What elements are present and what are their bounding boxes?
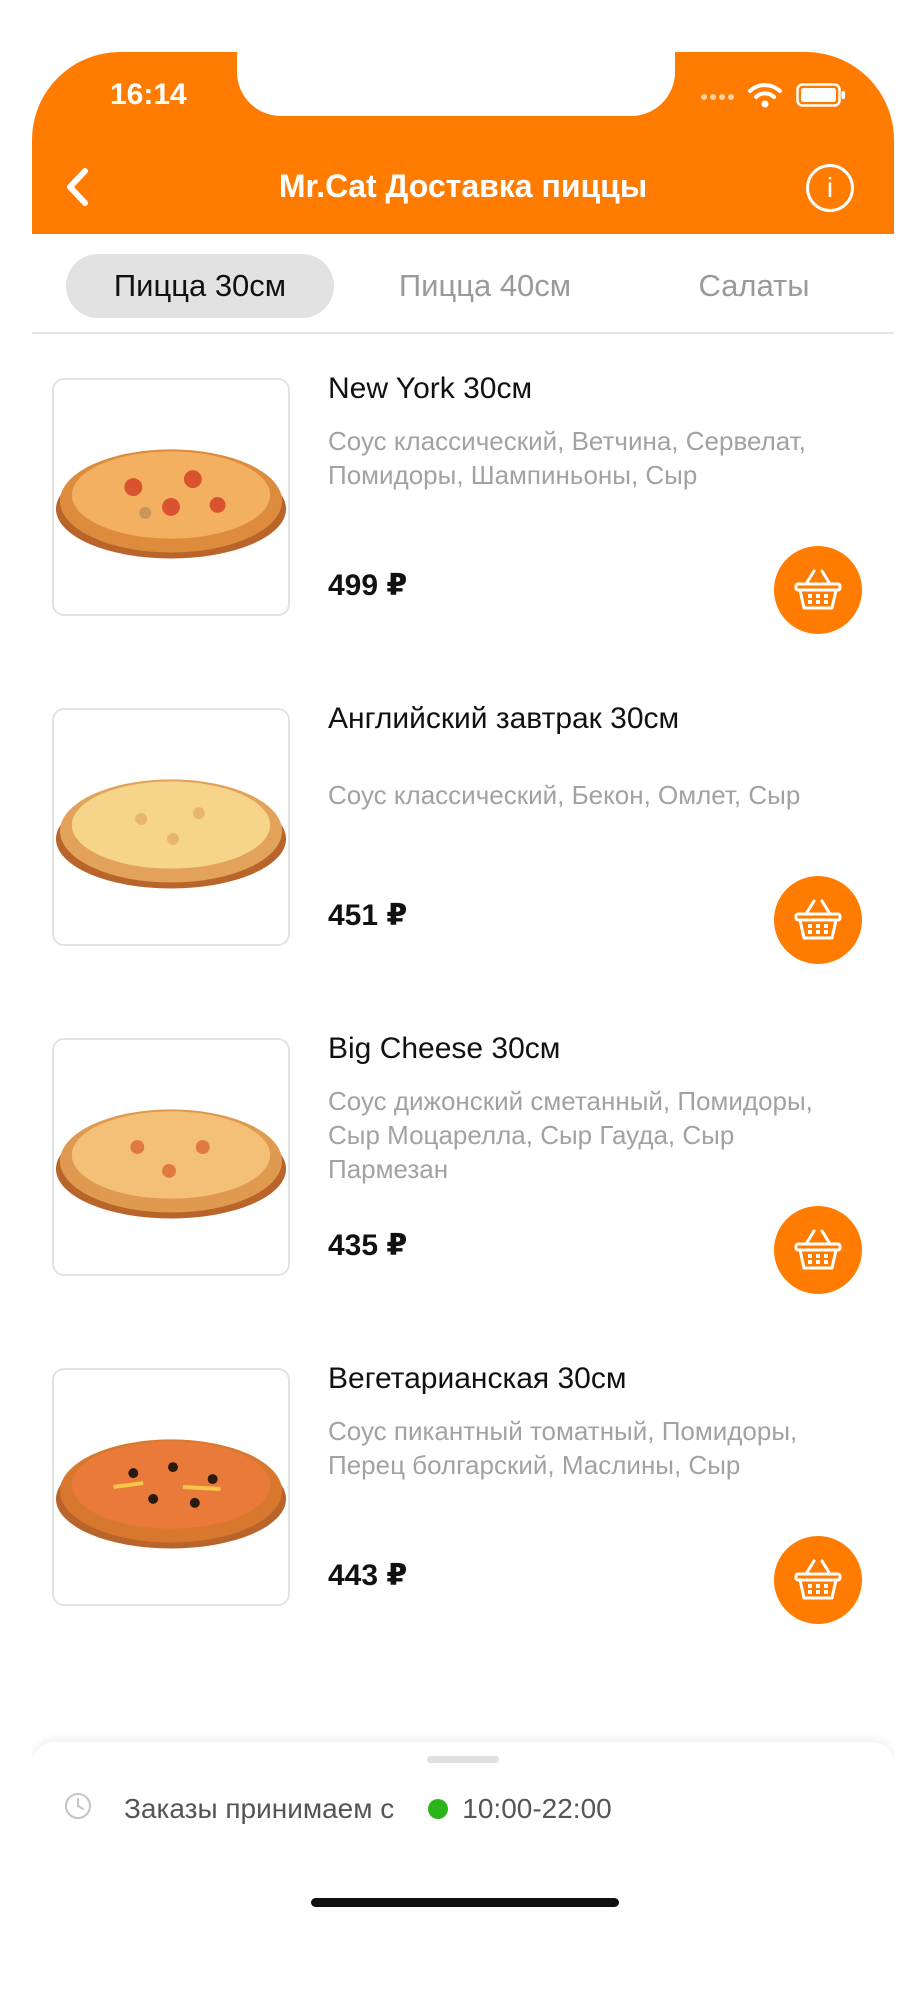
basket-icon: [794, 899, 842, 940]
menu-item[interactable]: Вегетарианская 30см Соус пикантный томат…: [32, 1362, 894, 1668]
category-tabs: Пицца 30см Пицца 40см Салаты: [32, 234, 894, 334]
info-button[interactable]: i: [806, 164, 854, 212]
sheet-grabber[interactable]: [427, 1756, 499, 1763]
basket-icon: [794, 1559, 842, 1600]
add-to-cart-button[interactable]: [774, 876, 862, 964]
navigation-bar: 16:14 Mr.Cat Доставка пиццы i: [32, 52, 894, 234]
order-hours-label: Заказы принимаем с: [124, 1792, 395, 1824]
pizza-image: [52, 378, 290, 616]
add-to-cart-button[interactable]: [774, 1536, 862, 1624]
item-name: New York 30см: [328, 372, 533, 405]
home-indicator: [311, 1898, 619, 1907]
item-name: Английский завтрак 30см: [328, 702, 680, 735]
page-title: Mr.Cat Доставка пиццы: [278, 168, 648, 204]
item-name: Big Cheese 30см: [328, 1032, 561, 1065]
add-to-cart-button[interactable]: [774, 1206, 862, 1294]
item-price: 435 ₽: [328, 1229, 408, 1262]
signal-icon: [700, 89, 734, 107]
item-description: Соус классический, Ветчина, Сервелат, По…: [328, 426, 806, 490]
device-notch: [237, 52, 675, 116]
tab-salads[interactable]: Салаты: [648, 254, 860, 318]
status-icons: [700, 82, 846, 113]
battery-icon: [796, 83, 846, 112]
menu-item[interactable]: New York 30см Соус классический, Ветчина…: [32, 372, 894, 678]
info-icon: i: [826, 172, 834, 203]
item-name: Вегетарианская 30см: [328, 1362, 627, 1395]
item-description: Соус дижонский сметанный, Помидоры, Сыр …: [328, 1086, 813, 1184]
pizza-image: [52, 1368, 290, 1606]
open-status-dot: [428, 1798, 449, 1819]
item-description: Соус классический, Бекон, Омлет, Сыр: [328, 780, 801, 810]
tab-pizza-30[interactable]: Пицца 30см: [66, 254, 334, 318]
order-hours-row: Заказы принимаем с 10:00-22:00: [64, 1792, 612, 1825]
item-price: 499 ₽: [328, 569, 408, 602]
app-screen: 16:14 Mr.Cat Доставка пиццы i Пицца 30см…: [32, 52, 894, 1920]
basket-icon: [794, 1229, 842, 1270]
item-description: Соус пикантный томатный, Помидоры, Перец…: [328, 1416, 798, 1480]
pizza-image: [52, 1038, 290, 1276]
pizza-image: [52, 708, 290, 946]
wifi-icon: [748, 82, 782, 113]
item-price: 443 ₽: [328, 1559, 408, 1592]
menu-item[interactable]: Английский завтрак 30см Соус классически…: [32, 702, 894, 1008]
item-price: 451 ₽: [328, 899, 408, 932]
menu-item[interactable]: Big Cheese 30см Соус дижонский сметанный…: [32, 1032, 894, 1338]
tab-pizza-40[interactable]: Пицца 40см: [352, 254, 618, 318]
basket-icon: [794, 569, 842, 610]
add-to-cart-button[interactable]: [774, 546, 862, 634]
status-time: 16:14: [110, 78, 187, 111]
order-hours-sheet[interactable]: Заказы принимаем с 10:00-22:00: [32, 1742, 894, 1920]
clock-icon: [64, 1792, 92, 1825]
order-hours-value: 10:00-22:00: [462, 1792, 612, 1824]
